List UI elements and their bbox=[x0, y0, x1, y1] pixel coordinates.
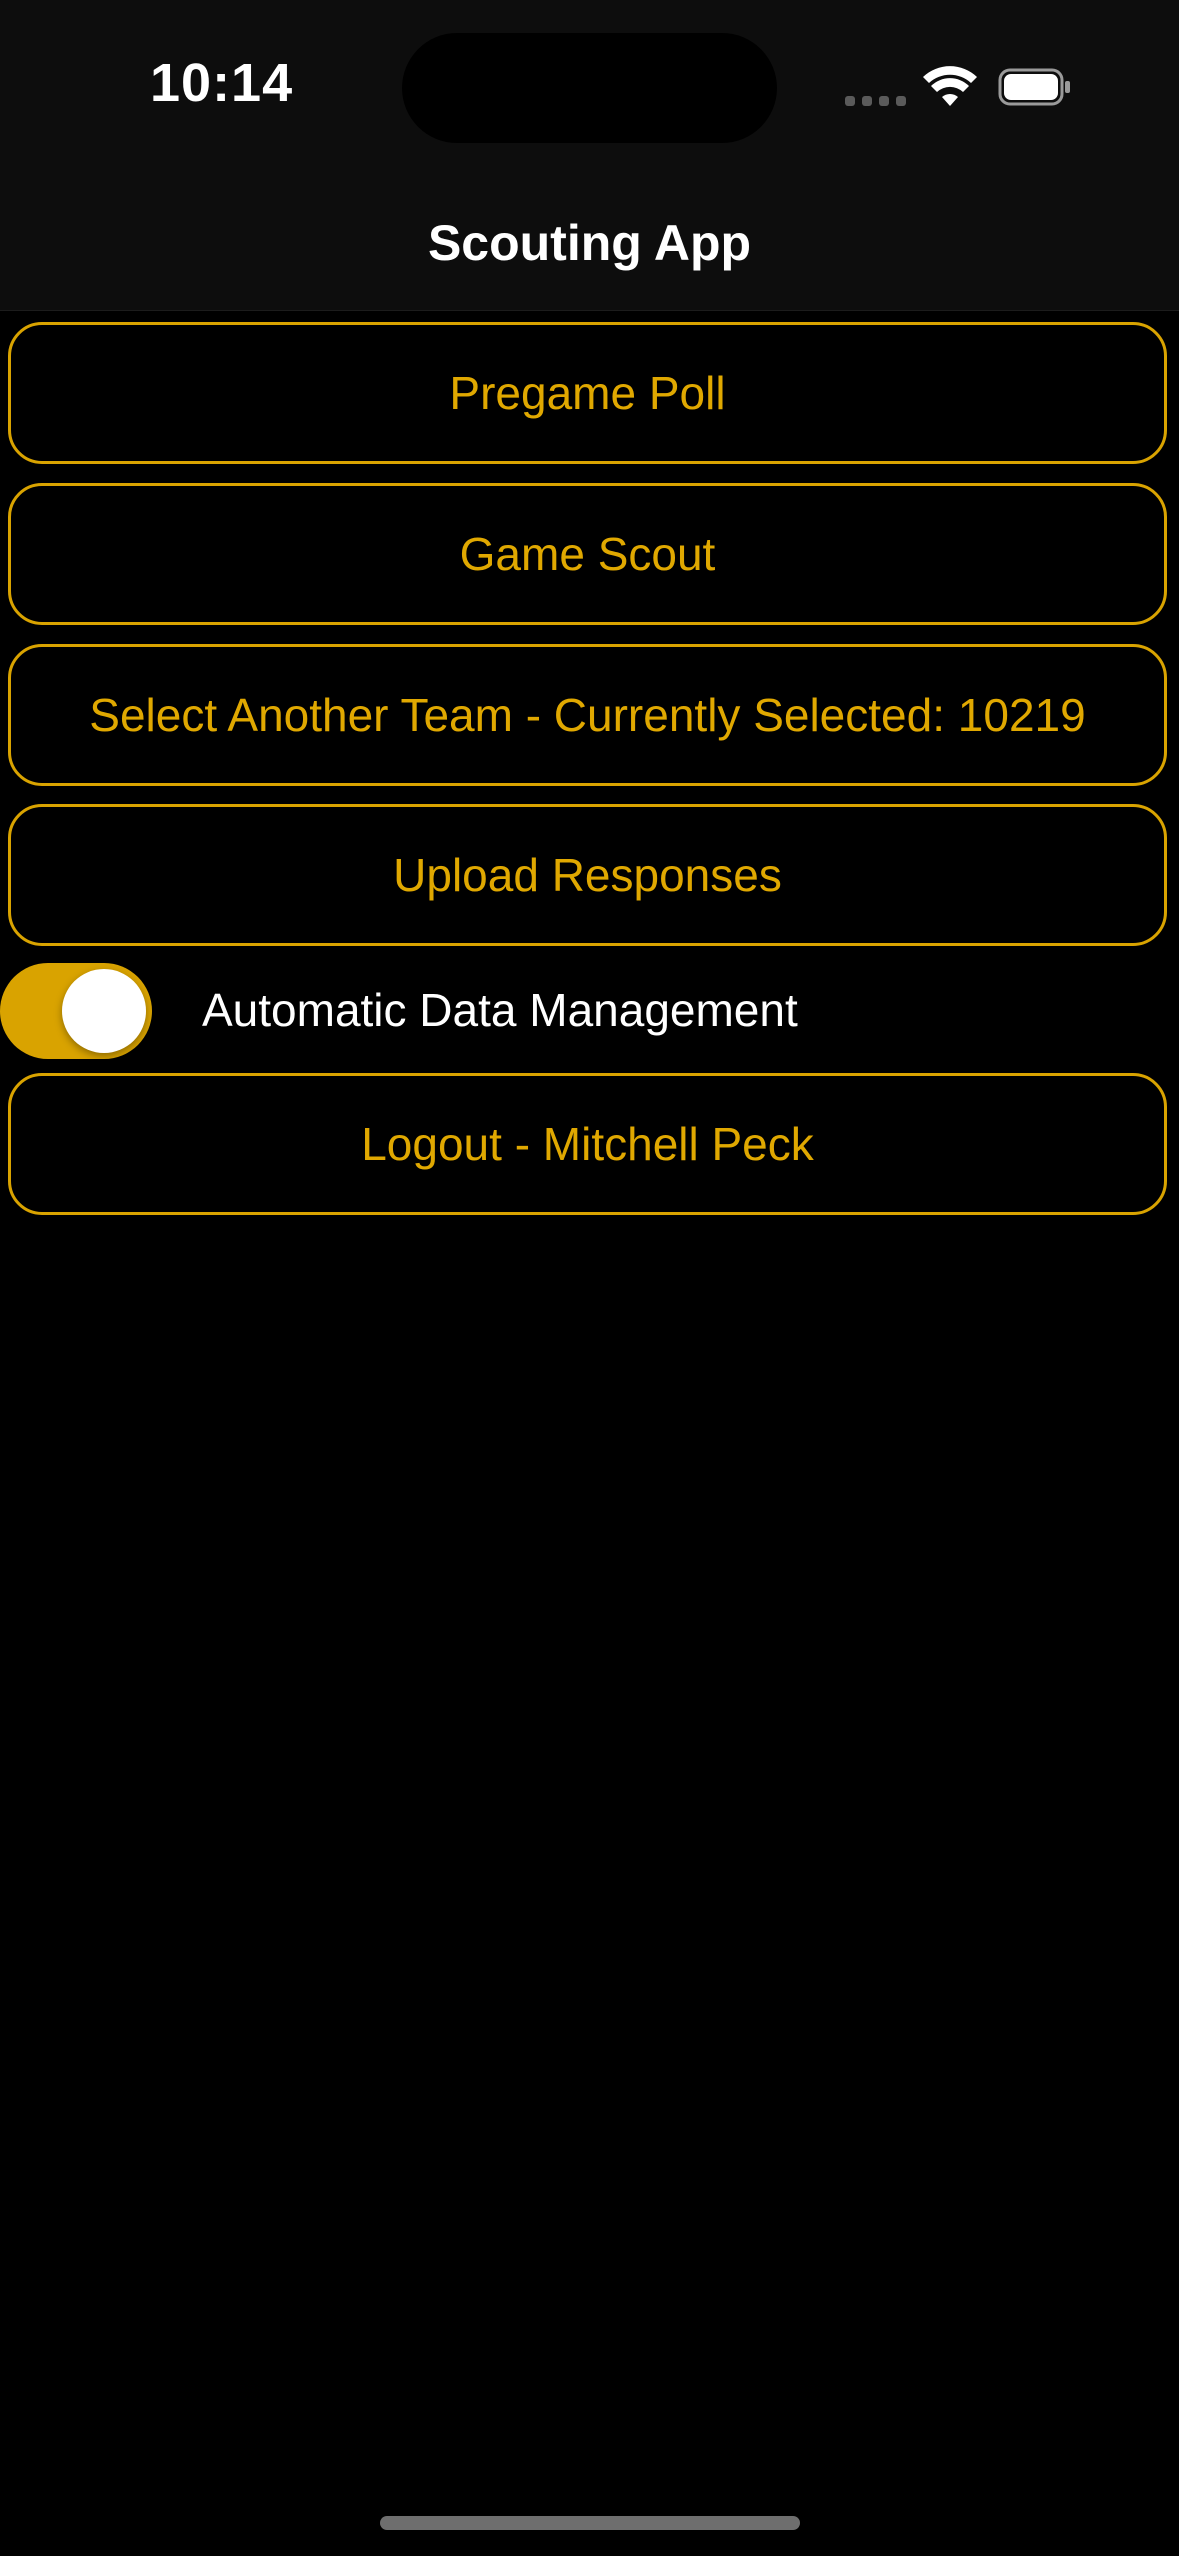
toggle-knob bbox=[62, 969, 146, 1053]
pregame-poll-button[interactable]: Pregame Poll bbox=[8, 322, 1167, 464]
wifi-icon bbox=[923, 66, 977, 106]
page-title: Scouting App bbox=[427, 215, 752, 271]
status-bar: 10:14 bbox=[0, 0, 1179, 170]
dynamic-island bbox=[402, 33, 777, 143]
navigation-bar: Scouting App bbox=[0, 170, 1179, 311]
automatic-data-management-toggle[interactable] bbox=[0, 963, 152, 1059]
battery-icon bbox=[998, 68, 1070, 106]
cellular-signal-icon bbox=[845, 96, 906, 106]
status-time: 10:14 bbox=[150, 53, 294, 113]
home-indicator bbox=[380, 2516, 800, 2530]
upload-responses-button[interactable]: Upload Responses bbox=[8, 804, 1167, 946]
toggle-label: Automatic Data Management bbox=[202, 984, 798, 1036]
automatic-data-management-row: Automatic Data Management bbox=[0, 963, 1179, 1059]
logout-button[interactable]: Logout - Mitchell Peck bbox=[8, 1073, 1167, 1215]
select-team-button[interactable]: Select Another Team - Currently Selected… bbox=[8, 644, 1167, 786]
game-scout-button[interactable]: Game Scout bbox=[8, 483, 1167, 625]
